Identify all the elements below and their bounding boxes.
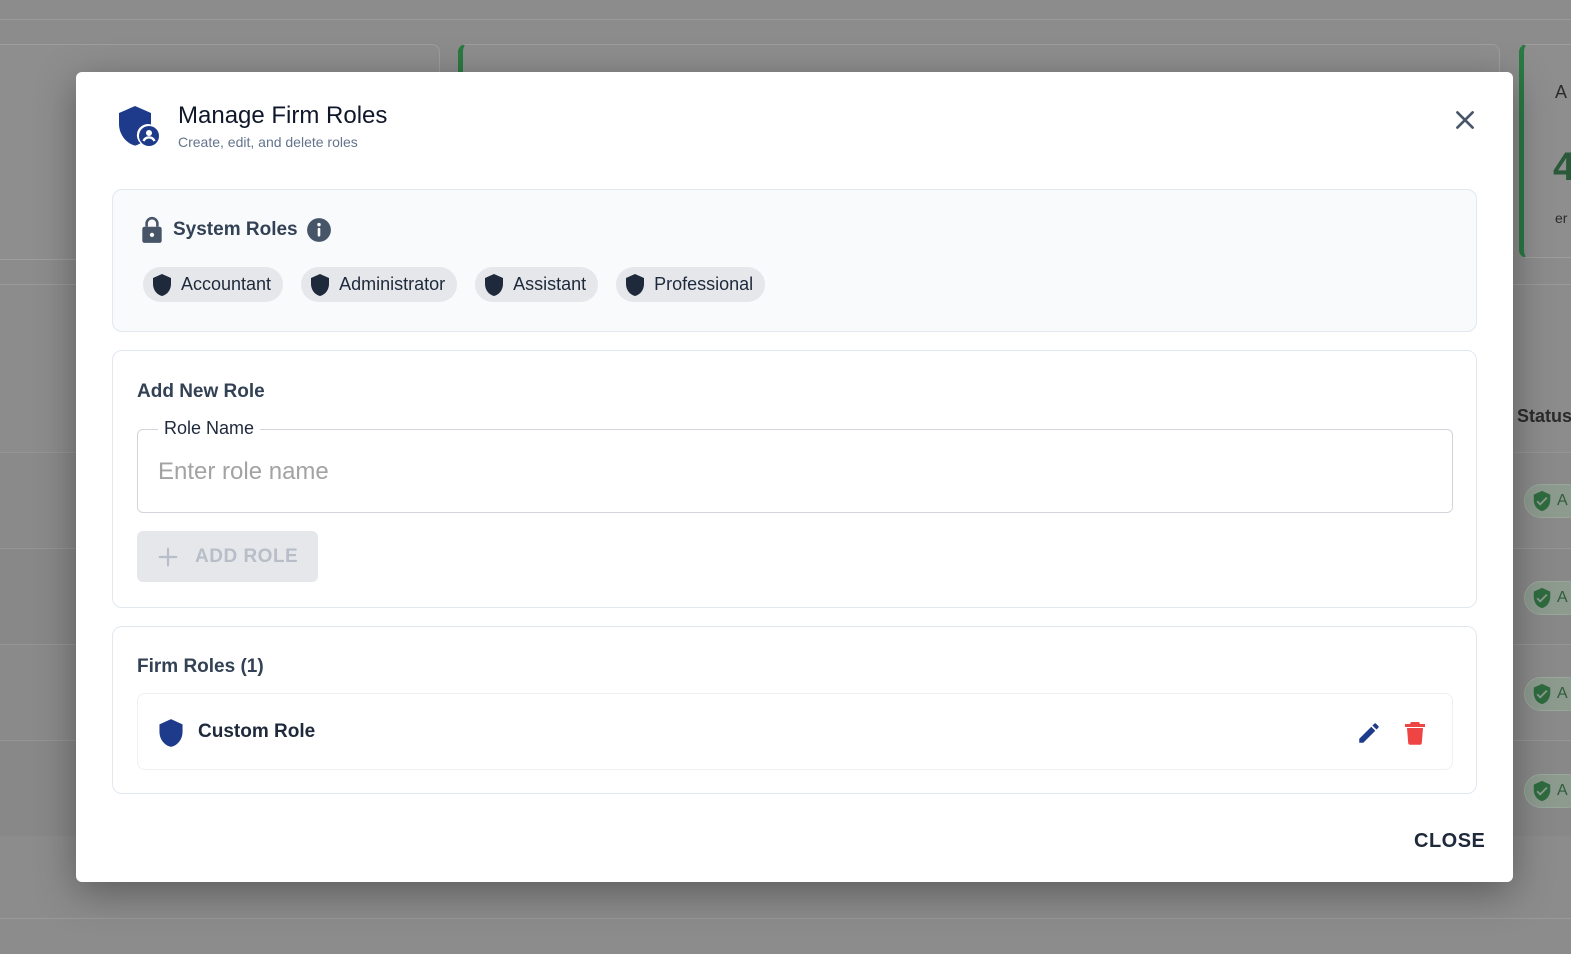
bg-status-badge: A	[1524, 774, 1571, 808]
edit-role-button[interactable]	[1354, 718, 1384, 748]
role-name-input[interactable]	[158, 452, 1428, 492]
shield-icon	[153, 273, 171, 296]
bg-badge-text: A	[1557, 782, 1568, 799]
plus-icon	[158, 547, 178, 566]
add-role-title: Add New Role	[137, 381, 265, 402]
system-roles-header: System Roles	[139, 216, 332, 244]
bg-status-header: Status	[1517, 406, 1571, 426]
bg-badge-text: A	[1557, 685, 1568, 702]
system-roles-title: System Roles	[173, 219, 298, 240]
system-role-chip: Administrator	[301, 267, 458, 302]
bg-badge-text: A	[1557, 589, 1568, 606]
add-role-panel: Add New Role Role Name ADD ROLE	[112, 350, 1477, 608]
system-role-label: Assistant	[513, 274, 587, 294]
system-role-label: Accountant	[181, 274, 272, 294]
close-dialog-button[interactable]	[1447, 102, 1483, 138]
shield-icon	[311, 273, 330, 296]
bg-status-badge: A	[1524, 581, 1571, 615]
system-role-chip: Professional	[616, 267, 766, 302]
dialog-title: Manage Firm Roles	[178, 102, 388, 129]
bg-badge-text: A	[1557, 492, 1568, 509]
manage-roles-dialog: Manage Firm Roles Create, edit, and dele…	[76, 72, 1513, 882]
bg-divider	[0, 19, 1571, 20]
close-button[interactable]: CLOSE	[1414, 830, 1485, 853]
firm-roles-panel: Firm Roles (1) Custom Role	[112, 626, 1477, 794]
bg-card-letter: A	[1555, 82, 1568, 102]
system-role-label: Professional	[654, 274, 754, 294]
pencil-icon	[1359, 723, 1379, 743]
system-role-label: Administrator	[339, 274, 446, 294]
add-role-button[interactable]: ADD ROLE	[137, 531, 318, 582]
role-name-label: Role Name	[158, 418, 261, 439]
shield-icon	[485, 273, 504, 296]
system-roles-list: Accountant Administrator Assistant Profe…	[143, 267, 766, 302]
add-role-button-label: ADD ROLE	[195, 545, 299, 567]
shield-icon	[626, 273, 645, 296]
verified-shield-icon	[1533, 780, 1551, 802]
bg-divider	[0, 918, 1571, 919]
role-name-field: Role Name	[137, 418, 1453, 513]
shield-icon	[159, 719, 183, 747]
verified-shield-icon	[1533, 490, 1551, 512]
bg-status-badge: A	[1524, 677, 1571, 711]
bg-card-digit: 4	[1553, 145, 1571, 189]
delete-role-button[interactable]	[1400, 718, 1430, 748]
system-roles-panel: System Roles Accountant Administrator As…	[112, 189, 1477, 332]
bg-card-subtext: er	[1555, 210, 1568, 226]
verified-shield-icon	[1533, 587, 1551, 609]
admin-shield-icon	[116, 104, 160, 148]
info-icon[interactable]	[306, 217, 332, 243]
dialog-subtitle: Create, edit, and delete roles	[178, 134, 358, 150]
close-icon	[1456, 111, 1474, 129]
firm-role-row: Custom Role	[137, 693, 1453, 770]
firm-role-name: Custom Role	[198, 721, 316, 742]
system-role-chip: Accountant	[143, 267, 284, 302]
verified-shield-icon	[1533, 683, 1551, 705]
bg-status-badge: A	[1524, 484, 1571, 518]
lock-icon	[142, 216, 162, 243]
system-role-chip: Assistant	[475, 267, 599, 302]
trash-icon	[1405, 722, 1425, 745]
firm-roles-title: Firm Roles (1)	[137, 656, 264, 677]
